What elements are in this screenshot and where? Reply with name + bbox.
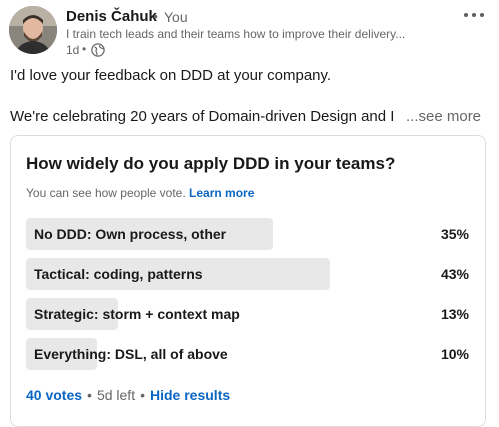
avatar[interactable] bbox=[9, 6, 57, 54]
author-name[interactable]: Denis Čahuk bbox=[66, 8, 157, 25]
globe-icon bbox=[91, 43, 105, 57]
poll-option-label: Tactical: coding, patterns bbox=[34, 266, 203, 282]
more-options-button[interactable] bbox=[460, 6, 488, 24]
poll-footer: 40 votes • 5d left • Hide results bbox=[26, 387, 230, 403]
author-relation: You bbox=[164, 9, 188, 25]
poll-option[interactable]: No DDD: Own process, other 35% bbox=[26, 218, 470, 250]
poll-option[interactable]: Tactical: coding, patterns 43% bbox=[26, 258, 470, 290]
poll-question: How widely do you apply DDD in your team… bbox=[26, 154, 396, 173]
learn-more-link[interactable]: Learn more bbox=[189, 186, 254, 200]
poll-option-label: Everything: DSL, all of above bbox=[34, 346, 228, 362]
more-dot bbox=[472, 13, 476, 17]
poll-option-percent: 10% bbox=[440, 346, 469, 362]
avatar-photo bbox=[9, 6, 57, 54]
hide-results-button[interactable]: Hide results bbox=[150, 387, 230, 403]
author-separator: • bbox=[153, 8, 158, 24]
footer-separator: • bbox=[140, 387, 145, 403]
poll-visibility-text: You can see how people vote. bbox=[26, 186, 186, 200]
time-separator: • bbox=[82, 42, 87, 56]
poll-visibility-note: You can see how people vote. Learn more bbox=[26, 186, 254, 200]
post-text-line-2: We're celebrating 20 years of Domain-dri… bbox=[10, 108, 395, 125]
poll-option-label: No DDD: Own process, other bbox=[34, 226, 227, 242]
more-horizontal-icon bbox=[464, 13, 468, 17]
poll-option-percent: 43% bbox=[440, 266, 469, 282]
poll-option[interactable]: Strategic: storm + context map 13% bbox=[26, 298, 470, 330]
author-headline: I train tech leads and their teams how t… bbox=[66, 27, 406, 41]
poll-option-percent: 13% bbox=[440, 306, 469, 322]
votes-count-link[interactable]: 40 votes bbox=[26, 387, 82, 403]
post-time: 1d bbox=[66, 43, 80, 57]
poll-option-label: Strategic: storm + context map bbox=[34, 306, 240, 322]
post-text-line-1: I'd love your feedback on DDD at your co… bbox=[10, 67, 332, 84]
poll-option[interactable]: Everything: DSL, all of above 10% bbox=[26, 338, 470, 370]
more-dot bbox=[480, 13, 484, 17]
poll-option-percent: 35% bbox=[440, 226, 469, 242]
see-more-link[interactable]: ...see more bbox=[406, 108, 481, 125]
footer-separator: • bbox=[87, 387, 92, 403]
poll-time-left: 5d left bbox=[96, 387, 136, 403]
poll-card: How widely do you apply DDD in your team… bbox=[10, 135, 486, 427]
